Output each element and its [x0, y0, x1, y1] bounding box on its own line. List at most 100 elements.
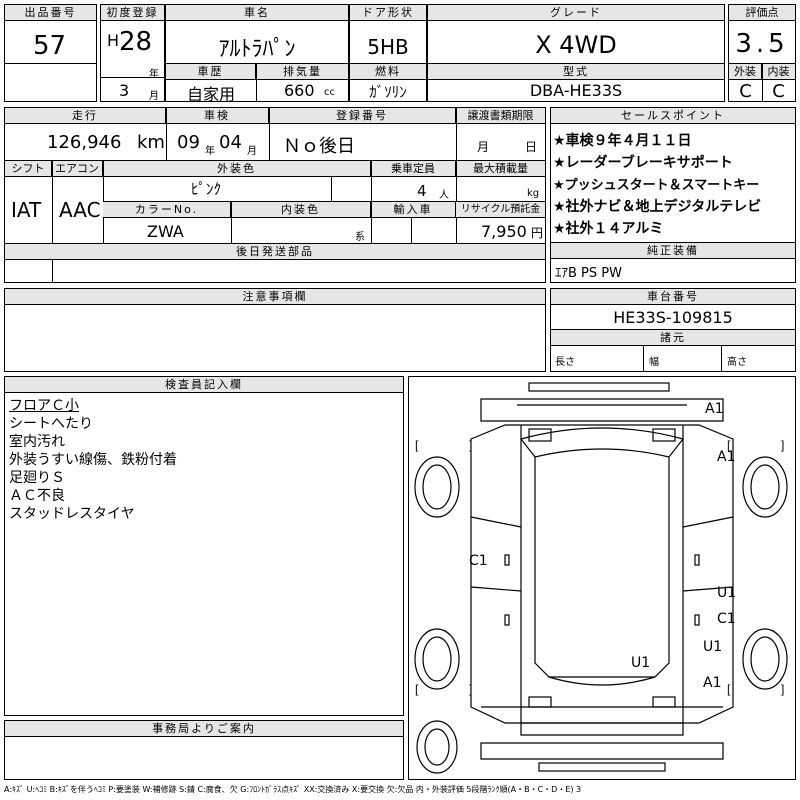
transfer-label: 譲渡書類期限 [456, 108, 545, 124]
car-outline: [] [] [] [] [414, 382, 788, 774]
history: 自家用 [186, 85, 235, 104]
reg-year: 28 [119, 27, 153, 57]
damage-mark: U1 [631, 655, 651, 671]
int-label: 内装 [762, 64, 795, 80]
inspect-year-unit: 年 [205, 146, 215, 157]
ext-label: 外装 [729, 64, 762, 80]
mileage-unit: km [137, 132, 165, 153]
inspector-line-1: フロアＣ小 [9, 398, 79, 414]
door-label: ドア形状 [350, 5, 426, 21]
seats-unit: 人 [439, 190, 449, 201]
length-label: 長さ [555, 357, 575, 368]
lot-label: 出品番号 [5, 5, 96, 21]
door-box: ドア形状 5HB 燃料 ｶﾞｿﾘﾝ [349, 4, 427, 102]
import-label: 輸入車 [371, 202, 456, 218]
svg-text:]: ] [781, 682, 784, 696]
equip-label: 純正装備 [551, 243, 795, 259]
disp-unit: cc [324, 87, 335, 98]
mileage-label: 走行 [5, 108, 166, 124]
notes-label: 注意事項欄 [5, 289, 545, 305]
transfer-day: 日 [525, 140, 538, 154]
score-label: 評価点 [729, 5, 795, 21]
ac: AAC [59, 198, 101, 222]
grade-box: グレード X 4WD 型式 DBA-HE33S [427, 4, 725, 102]
inspector-line-4: 外装うすい線傷、鉄粉付着 [9, 452, 177, 468]
damage-diagram: [] [] [] [] A1 A1 C1 U1 C1 U1 U1 A1 [408, 376, 796, 780]
inspect-month: 04 [219, 132, 242, 153]
lot-number: 57 [33, 31, 67, 61]
office-box: 事務局よりご案内 [4, 720, 404, 780]
month-unit: 月 [149, 91, 159, 102]
svg-text:]: ] [781, 438, 784, 452]
inspector-line-6: ＡＣ不良 [9, 488, 65, 504]
svg-text:]: ] [469, 438, 472, 452]
displacement: 660 [284, 81, 315, 100]
fuel-label: 燃料 [350, 64, 426, 80]
dims-label: 諸元 [551, 330, 795, 346]
intcolor-label: 内装色 [231, 202, 371, 218]
sales-point-1: ★車検９年４月１１日 [553, 133, 692, 149]
inspect-year: 09 [177, 132, 200, 153]
inspector-line-2: シートへたり [9, 416, 93, 432]
intcolor-unit: 系 [355, 232, 365, 243]
later-parts-label: 後日発送部品 [5, 244, 545, 260]
inspector-label: 検査員記入欄 [5, 377, 403, 393]
reg-month: 3 [119, 81, 130, 100]
legend-footer: A:ｷｽﾞ U:ﾍｺﾐ B:ｷｽﾞを伴うﾍｺﾐ P:要塗装 W:補修跡 S:錆 … [4, 785, 582, 794]
svg-text:]: ] [469, 682, 472, 696]
reg-number: Ｎｏ後日 [283, 136, 355, 157]
fuel: ｶﾞｿﾘﾝ [369, 83, 407, 101]
damage-mark: A1 [717, 449, 736, 465]
ac-label: エアコン [52, 161, 103, 177]
width-label: 幅 [649, 357, 659, 368]
name-box: 車名 ｱﾙﾄﾗﾊﾟﾝ 車歴 排気量 自家用 660 cc [165, 4, 349, 104]
color-label: 外装色 [103, 161, 371, 177]
mileage: 126,946 [47, 132, 122, 153]
damage-mark: C1 [717, 611, 736, 627]
int-grade: C [772, 81, 785, 102]
sales-box: セールスポイント ★車検９年４月１１日 ★レーダーブレーキサポート ★プッシュス… [550, 107, 796, 283]
svg-text:[: [ [727, 682, 731, 696]
damage-mark: U1 [717, 585, 737, 601]
seats: 4 [417, 182, 427, 200]
shift: IAT [11, 198, 42, 222]
sales-label: セールスポイント [551, 108, 795, 124]
spec-box: 走行 車検 登録番号 譲渡書類期限 126,946 km 09 年 04 月 Ｎ… [4, 107, 546, 283]
model-label: 型式 [428, 64, 724, 80]
chassis-label: 車台番号 [551, 289, 795, 305]
sales-point-5: ★社外１４アルミ [553, 221, 664, 237]
notes-box: 注意事項欄 [4, 288, 546, 372]
model: DBA-HE33S [529, 81, 623, 100]
recycle-label: リサイクル預託金 [456, 202, 545, 218]
shift-label: シフト [5, 161, 52, 177]
svg-text:[: [ [415, 682, 419, 696]
damage-mark: C1 [469, 553, 488, 569]
sales-point-3: ★プッシュスタート＆スマートキー [553, 178, 760, 193]
door-type: 5HB [367, 35, 409, 59]
equipment: ｴｱB PS PW [555, 266, 622, 281]
regno-label: 登録番号 [269, 108, 456, 124]
lot-box: 出品番号 57 [4, 4, 97, 102]
office-label: 事務局よりご案内 [5, 721, 403, 737]
load-label: 最大積載量 [456, 161, 545, 177]
damage-mark: A1 [705, 401, 724, 417]
inspect-label: 車検 [166, 108, 269, 124]
grade-label: グレード [428, 5, 724, 21]
inspector-line-7: スタッドレスタイヤ [9, 506, 135, 522]
colorno-label: カラーNo. [103, 202, 231, 218]
load-unit: kg [527, 188, 540, 199]
transfer-month: 月 [477, 140, 490, 154]
ext-grade: C [739, 81, 752, 102]
recycle-fee: 7,950 [481, 222, 527, 241]
name-label: 車名 [166, 5, 348, 21]
history-label: 車歴 [166, 64, 256, 80]
height-label: 高さ [727, 357, 747, 368]
disp-label: 排気量 [257, 64, 348, 80]
ext-color: ﾋﾟﾝｸ [191, 180, 222, 198]
inspector-line-3: 室内汚れ [9, 434, 65, 450]
color-number: ZWA [147, 222, 184, 241]
inspect-month-unit: 月 [247, 146, 257, 157]
era: H [107, 31, 120, 50]
damage-mark: U1 [703, 639, 723, 655]
chassis-number: HE33S-109815 [613, 308, 733, 327]
